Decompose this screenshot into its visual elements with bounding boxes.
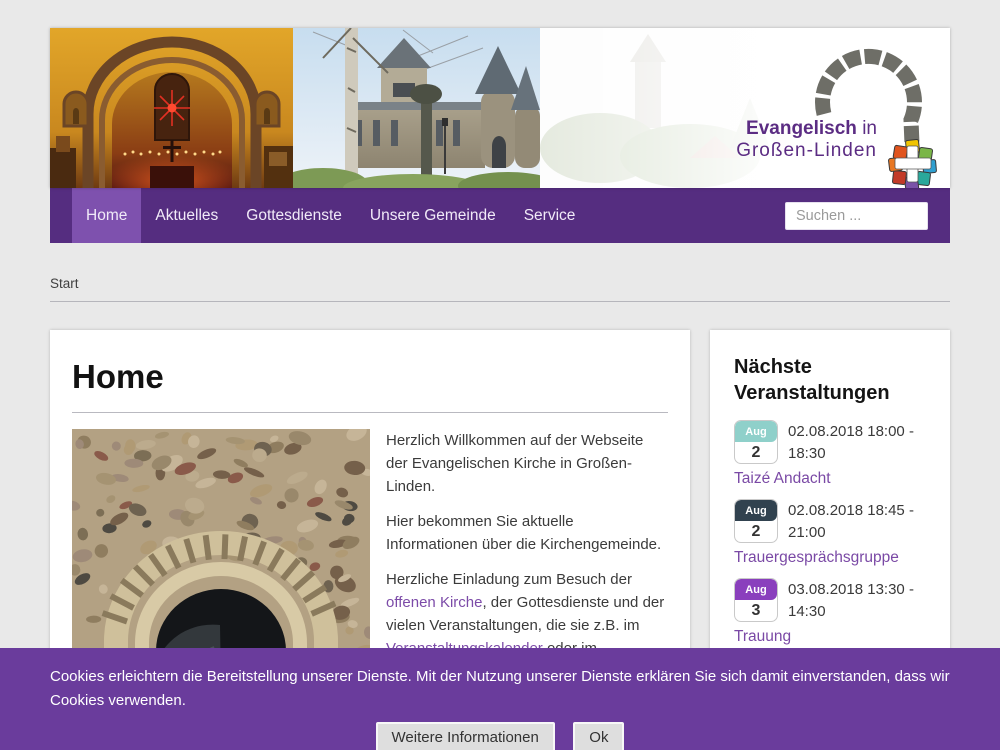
text-segment: Herzlich Willkommen auf der Webseite der… — [386, 432, 643, 495]
header-photo-interior — [50, 28, 293, 188]
header-photo-faded: Evangelisch in Großen-Linden — [540, 28, 950, 188]
nav-item-home[interactable]: Home — [72, 188, 141, 243]
nav-item-service[interactable]: Service — [510, 188, 590, 243]
breadcrumb-divider — [50, 301, 950, 302]
text-segment: Herzliche Einladung zum Besuch der — [386, 571, 632, 588]
breadcrumb-current: Start — [50, 276, 79, 291]
title-divider — [72, 412, 668, 413]
church-interior-illustration — [50, 28, 293, 188]
event-item: Aug 3 03.08.2018 13:30 -14:30 Trauung — [734, 578, 926, 647]
logo-line1-bold: Evangelisch — [746, 118, 857, 139]
cross-icon — [888, 139, 936, 188]
nav-item-gottesdienste[interactable]: Gottesdienste — [232, 188, 356, 243]
cookie-actions: Weitere Informationen Ok — [50, 722, 950, 750]
event-title-link-trauergesprächsgruppe[interactable]: Trauergesprächsgruppe — [734, 548, 926, 568]
cookie-banner: Cookies erleichtern die Bereitstellung u… — [0, 648, 1000, 750]
calendar-day: 2 — [735, 442, 777, 463]
cookie-info-button[interactable]: Weitere Informationen — [376, 722, 555, 750]
site-logo: Evangelisch in Großen-Linden — [729, 48, 944, 188]
logo-line1-rest: in — [857, 118, 877, 139]
calendar-badge: Aug 2 — [734, 499, 778, 543]
nav-item-aktuelles[interactable]: Aktuelles — [141, 188, 232, 243]
header-photo-exterior — [293, 28, 540, 188]
search-input[interactable] — [785, 202, 928, 230]
main-nav-list: HomeAktuellesGottesdiensteUnsere Gemeind… — [72, 188, 785, 243]
logo-line2: Großen-Linden — [736, 140, 877, 161]
main-nav: HomeAktuellesGottesdiensteUnsere Gemeind… — [50, 188, 950, 243]
church-exterior-illustration — [293, 28, 540, 188]
niche-left — [64, 92, 88, 126]
calendar-month: Aug — [735, 579, 777, 600]
calendar-day: 3 — [735, 600, 777, 621]
cookie-message: Cookies erleichtern die Bereitstellung u… — [50, 665, 950, 713]
niche-right — [255, 92, 279, 126]
calendar-month: Aug — [735, 500, 777, 521]
search-box — [785, 188, 950, 243]
calendar-day: 2 — [735, 521, 777, 542]
svg-text:Evangelisch in: Evangelisch in — [746, 118, 877, 139]
calendar-month: Aug — [735, 421, 777, 442]
site-header: Evangelisch in Großen-Linden — [50, 28, 950, 188]
calendar-badge: Aug 3 — [734, 578, 778, 622]
breadcrumb: Start — [50, 243, 950, 291]
event-datetime: 02.08.2018 18:45 -21:00 — [788, 499, 914, 544]
event-title-link-trauung[interactable]: Trauung — [734, 627, 926, 647]
event-datetime: 03.08.2018 13:30 -14:30 — [788, 578, 914, 623]
inline-link-offenen-kirche[interactable]: offenen Kirche — [386, 594, 482, 611]
intro-paragraph: Hier bekommen Sie aktuelle Informationen… — [386, 510, 668, 556]
event-item: Aug 2 02.08.2018 18:00 -18:30 Taizé Anda… — [734, 420, 926, 489]
event-item: Aug 2 02.08.2018 18:45 -21:00 Trauergesp… — [734, 499, 926, 568]
sidebar-title: Nächste Veranstaltungen — [734, 354, 926, 406]
page-container: Evangelisch in Großen-Linden — [50, 28, 950, 750]
event-title-link-taiz-andacht[interactable]: Taizé Andacht — [734, 469, 926, 489]
nav-item-unsere-gemeinde[interactable]: Unsere Gemeinde — [356, 188, 510, 243]
page-title: Home — [72, 358, 668, 396]
text-segment: Hier bekommen Sie aktuelle Informationen… — [386, 513, 661, 553]
event-datetime: 02.08.2018 18:00 -18:30 — [788, 420, 914, 465]
cookie-ok-button[interactable]: Ok — [573, 722, 624, 750]
intro-paragraph: Herzlich Willkommen auf der Webseite der… — [386, 429, 668, 498]
calendar-badge: Aug 2 — [734, 420, 778, 464]
